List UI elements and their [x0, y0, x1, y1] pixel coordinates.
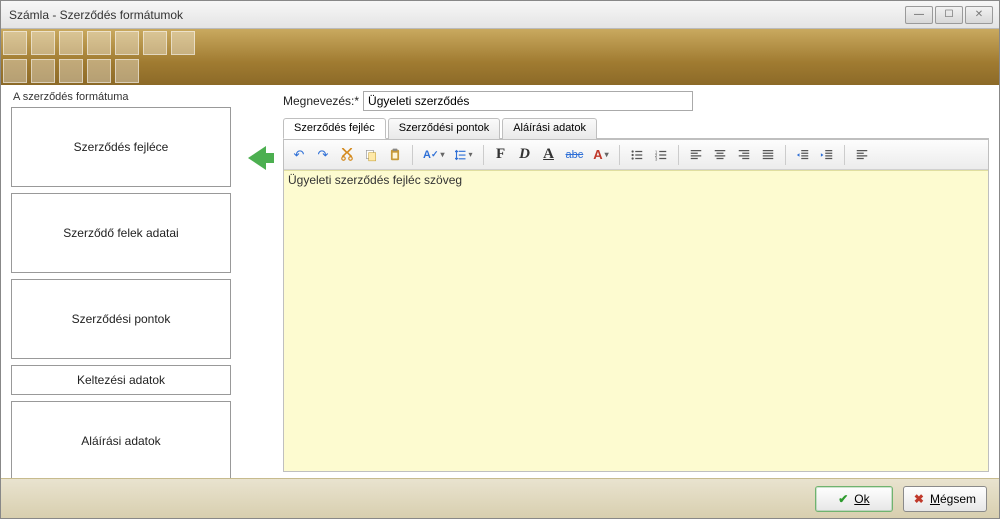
dialog-window: Számla - Szerződés formátumok — ☐ ✕ A sz… — [0, 0, 1000, 519]
editor-box: ↶ ↷ A✓ F — [283, 139, 989, 472]
tab[interactable]: Szerződési pontok — [388, 118, 501, 139]
underline-icon[interactable]: A — [538, 144, 560, 166]
name-row: Megnevezés:* — [283, 91, 989, 111]
align-right-icon[interactable] — [733, 144, 755, 166]
strikethrough-icon[interactable]: abc — [562, 144, 588, 166]
x-icon: ✖ — [914, 492, 924, 506]
editor-toolbar: ↶ ↷ A✓ F — [284, 140, 988, 170]
separator — [619, 145, 620, 165]
editor-textarea[interactable]: Ügyeleti szerződés fejléc szöveg — [284, 170, 988, 471]
svg-text:3: 3 — [655, 156, 658, 161]
line-spacing-icon[interactable] — [451, 144, 477, 166]
separator — [483, 145, 484, 165]
name-input[interactable] — [363, 91, 693, 111]
right-pane: Megnevezés:* Szerződés fejlécSzerződési … — [283, 91, 989, 472]
name-label: Megnevezés:* — [283, 94, 359, 108]
section-button[interactable]: Szerződés fejléce — [11, 107, 231, 187]
section-button[interactable]: Aláírási adatok — [11, 401, 231, 481]
check-icon: ✔ — [838, 492, 848, 506]
left-pane: A szerződés formátuma Szerződés fejléceS… — [11, 91, 231, 472]
section-button[interactable]: Szerződési pontok — [11, 279, 231, 359]
separator — [844, 145, 845, 165]
align-center-icon[interactable] — [709, 144, 731, 166]
section-button[interactable]: Keltezési adatok — [11, 365, 231, 395]
minimize-button[interactable]: — — [905, 6, 933, 24]
cut-icon[interactable] — [336, 144, 358, 166]
window-buttons: — ☐ ✕ — [905, 6, 993, 24]
titlebar: Számla - Szerződés formátumok — ☐ ✕ — [1, 1, 999, 29]
cancel-button-label: Mégsem — [930, 492, 976, 506]
paragraph-align-icon[interactable] — [851, 144, 873, 166]
separator — [412, 145, 413, 165]
paste-icon[interactable] — [384, 144, 406, 166]
font-color-icon[interactable]: A — [589, 144, 612, 166]
left-group-label: A szerződés formátuma — [13, 91, 231, 103]
bullet-list-icon[interactable] — [626, 144, 648, 166]
spellcheck-icon[interactable]: A✓ — [419, 144, 449, 166]
bold-icon[interactable]: F — [490, 144, 512, 166]
ok-button[interactable]: ✔ Ok — [815, 486, 893, 512]
maximize-button[interactable]: ☐ — [935, 6, 963, 24]
italic-icon[interactable]: D — [514, 144, 536, 166]
align-left-icon[interactable] — [685, 144, 707, 166]
tabs: Szerződés fejlécSzerződési pontokAláírás… — [283, 117, 989, 139]
indent-icon[interactable] — [816, 144, 838, 166]
window-title: Számla - Szerződés formátumok — [9, 8, 905, 22]
redo-icon[interactable]: ↷ — [312, 144, 334, 166]
separator — [678, 145, 679, 165]
banner — [1, 29, 999, 85]
cancel-button[interactable]: ✖ Mégsem — [903, 486, 987, 512]
undo-icon[interactable]: ↶ — [288, 144, 310, 166]
separator — [785, 145, 786, 165]
close-button[interactable]: ✕ — [965, 6, 993, 24]
tab[interactable]: Szerződés fejléc — [283, 118, 386, 139]
tab[interactable]: Aláírási adatok — [502, 118, 597, 139]
arrow-column — [241, 91, 273, 472]
footer: ✔ Ok ✖ Mégsem — [1, 478, 999, 518]
ok-button-label: Ok — [854, 492, 869, 506]
content: A szerződés formátuma Szerződés fejléceS… — [1, 85, 999, 478]
insert-arrow-icon[interactable] — [248, 146, 266, 170]
numbered-list-icon[interactable]: 123 — [650, 144, 672, 166]
align-justify-icon[interactable] — [757, 144, 779, 166]
section-button[interactable]: Szerződő felek adatai — [11, 193, 231, 273]
outdent-icon[interactable] — [792, 144, 814, 166]
section-list: Szerződés fejléceSzerződő felek adataiSz… — [11, 107, 231, 481]
copy-icon[interactable] — [360, 144, 382, 166]
